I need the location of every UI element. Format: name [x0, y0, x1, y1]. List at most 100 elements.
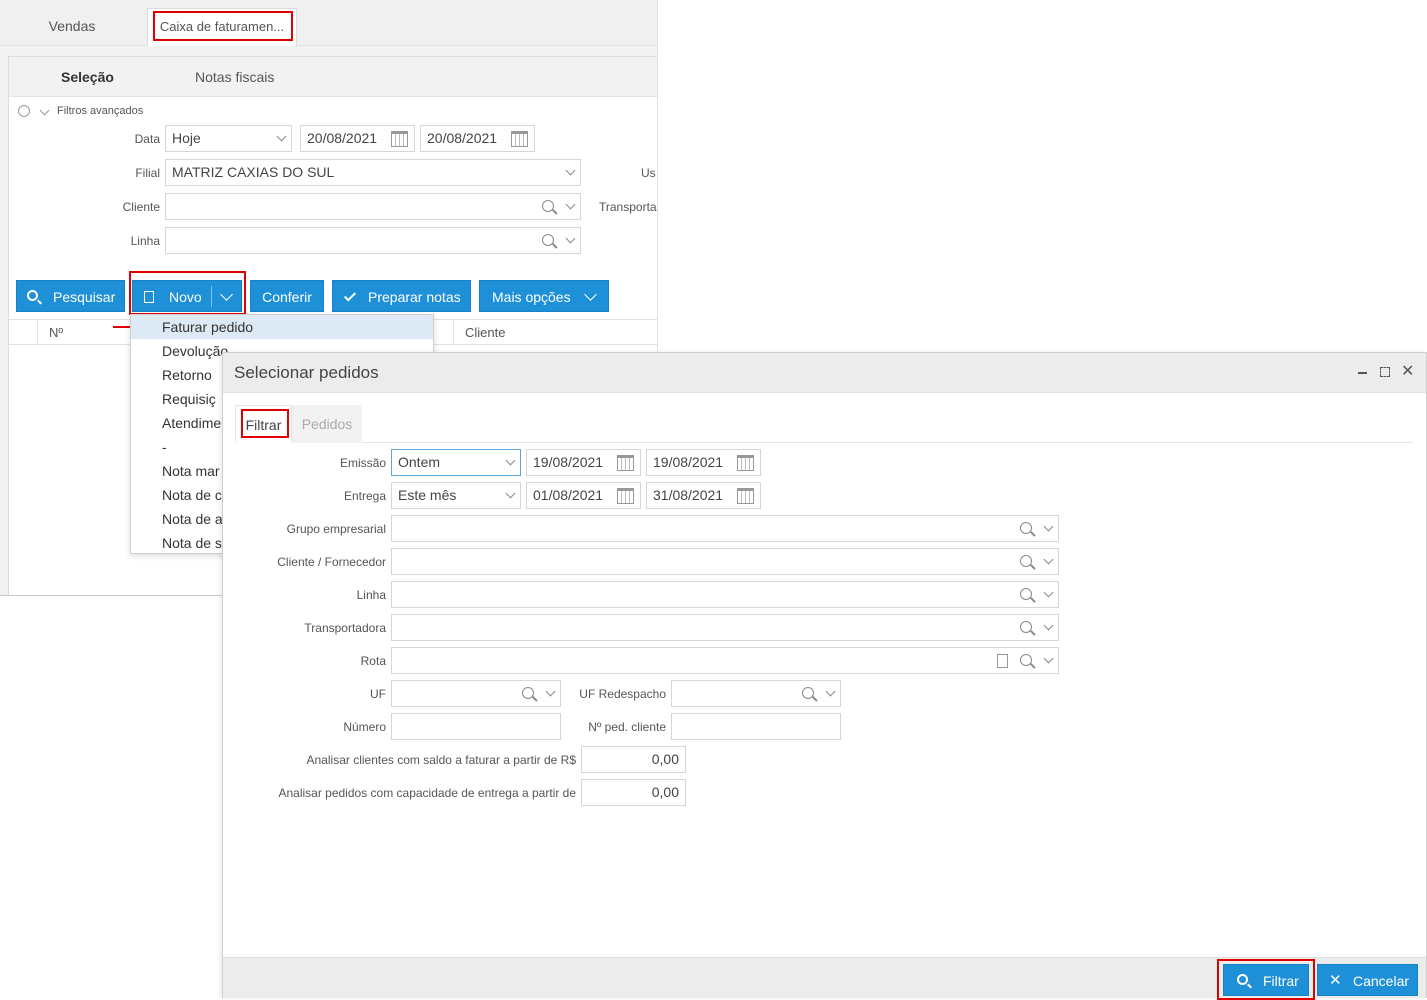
search-icon[interactable]: [1020, 588, 1032, 600]
search-icon[interactable]: [1020, 621, 1032, 633]
dialog-footer: Filtrar ✕ Cancelar: [223, 957, 1426, 1000]
uf-field[interactable]: [391, 680, 561, 707]
tab-selecao[interactable]: Seleção: [61, 69, 114, 85]
filial-select[interactable]: MATRIZ CAXIAS DO SUL: [165, 159, 581, 186]
emissao-from-field[interactable]: 19/08/2021: [526, 449, 641, 476]
ped-cliente-field[interactable]: [671, 713, 841, 740]
ped-cliente-label: Nº ped. cliente: [588, 720, 666, 734]
chevron-down-icon[interactable]: [825, 686, 836, 697]
chevron-down-icon[interactable]: [565, 199, 576, 210]
advanced-filters-toggle[interactable]: Filtros avançados: [57, 105, 143, 117]
menu-item-faturar-pedido[interactable]: Faturar pedido: [131, 315, 433, 339]
tab-notas-fiscais[interactable]: Notas fiscais: [195, 69, 274, 85]
chevron-down-icon[interactable]: [545, 686, 556, 697]
chevron-down-icon[interactable]: [1043, 653, 1054, 664]
search-icon[interactable]: [542, 200, 554, 212]
chevron-down-icon[interactable]: [1043, 587, 1054, 598]
data-from-value: 20/08/2021: [307, 130, 378, 146]
conferir-button[interactable]: Conferir: [250, 280, 324, 312]
data-from-field[interactable]: 20/08/2021: [300, 125, 415, 152]
mais-opcoes-label: Mais opções: [492, 289, 571, 305]
chevron-down-icon[interactable]: [39, 105, 50, 116]
numero-field[interactable]: [391, 713, 561, 740]
chevron-down-icon: [276, 131, 287, 142]
search-icon[interactable]: [542, 234, 554, 246]
emissao-period-select[interactable]: Ontem: [391, 449, 521, 476]
data-period-value: Hoje: [172, 130, 201, 146]
close-icon[interactable]: ✕: [1401, 363, 1414, 381]
calendar-icon[interactable]: [737, 455, 754, 471]
chevron-down-icon: [505, 488, 516, 499]
grupo-empresarial-field[interactable]: [391, 515, 1059, 542]
calendar-icon[interactable]: [617, 455, 634, 471]
document-add-icon[interactable]: [997, 654, 1008, 668]
transportadora-label: Transporta: [599, 200, 657, 214]
highlight-box: [1217, 959, 1315, 1000]
close-icon: ✕: [1329, 972, 1342, 989]
linha-label: Linha: [356, 588, 386, 602]
search-icon: [27, 290, 38, 301]
filial-label: Filial: [135, 166, 160, 180]
capacidade-field[interactable]: 0,00: [581, 779, 686, 806]
saldo-field[interactable]: 0,00: [581, 746, 686, 773]
search-icon[interactable]: [522, 687, 534, 699]
rota-field[interactable]: [391, 647, 1059, 674]
mais-opcoes-button[interactable]: Mais opções: [479, 280, 609, 312]
check-icon: [343, 289, 357, 302]
emissao-label: Emissão: [339, 456, 386, 470]
maximize-icon[interactable]: [1380, 367, 1390, 377]
capacidade-value: 0,00: [651, 784, 679, 800]
tab-pedidos[interactable]: Pedidos: [292, 405, 362, 443]
data-to-value: 20/08/2021: [427, 130, 498, 146]
numero-label: Número: [343, 720, 386, 734]
transportadora-field[interactable]: [391, 614, 1059, 641]
linha-field[interactable]: [391, 581, 1059, 608]
top-tab-bar: Vendas Caixa de faturamen...: [0, 0, 657, 46]
emissao-to-field[interactable]: 19/08/2021: [646, 449, 761, 476]
chevron-down-icon[interactable]: [565, 233, 576, 244]
chevron-down-icon[interactable]: [1043, 521, 1054, 532]
calendar-icon[interactable]: [737, 488, 754, 504]
minimize-icon[interactable]: [1358, 372, 1367, 374]
chevron-down-icon: [565, 165, 576, 176]
cancelar-button[interactable]: ✕ Cancelar: [1317, 964, 1418, 996]
emissao-from-value: 19/08/2021: [533, 454, 604, 470]
chevron-down-icon: [584, 288, 597, 301]
column-numero[interactable]: Nº: [49, 325, 63, 340]
filial-value: MATRIZ CAXIAS DO SUL: [172, 164, 335, 180]
linha-label: Linha: [130, 234, 160, 248]
search-icon[interactable]: [802, 687, 814, 699]
linha-field[interactable]: [165, 227, 581, 254]
selecionar-pedidos-dialog: Selecionar pedidos ✕ Filtrar Pedidos Emi…: [222, 352, 1427, 1000]
cliente-fornecedor-label: Cliente / Fornecedor: [277, 555, 386, 569]
column-cliente[interactable]: Cliente: [465, 325, 505, 340]
uf-redespacho-field[interactable]: [671, 680, 841, 707]
search-icon[interactable]: [1020, 522, 1032, 534]
entrega-period-select[interactable]: Este mês: [391, 482, 521, 509]
capacidade-label: Analisar pedidos com capacidade de entre…: [278, 786, 576, 800]
saldo-label: Analisar clientes com saldo a faturar a …: [306, 753, 576, 767]
pesquisar-button[interactable]: Pesquisar: [16, 280, 125, 312]
chevron-down-icon[interactable]: [1043, 554, 1054, 565]
data-label: Data: [134, 132, 160, 146]
calendar-icon[interactable]: [511, 131, 528, 147]
transportadora-label: Transportadora: [304, 621, 386, 635]
search-icon[interactable]: [1020, 654, 1032, 666]
conferir-label: Conferir: [262, 289, 312, 305]
dialog-title: Selecionar pedidos: [234, 363, 379, 382]
data-period-select[interactable]: Hoje: [165, 125, 292, 152]
cliente-field[interactable]: [165, 193, 581, 220]
calendar-icon[interactable]: [391, 131, 408, 147]
cancelar-label: Cancelar: [1353, 973, 1410, 989]
search-icon[interactable]: [1020, 555, 1032, 567]
cliente-fornecedor-field[interactable]: [391, 548, 1059, 575]
entrega-from-field[interactable]: 01/08/2021: [526, 482, 641, 509]
chevron-down-icon[interactable]: [1043, 620, 1054, 631]
tab-vendas[interactable]: Vendas: [26, 8, 118, 46]
entrega-to-value: 31/08/2021: [653, 487, 724, 503]
entrega-from-value: 01/08/2021: [533, 487, 604, 503]
data-to-field[interactable]: 20/08/2021: [420, 125, 535, 152]
preparar-notas-button[interactable]: Preparar notas: [332, 280, 471, 312]
entrega-to-field[interactable]: 31/08/2021: [646, 482, 761, 509]
calendar-icon[interactable]: [617, 488, 634, 504]
